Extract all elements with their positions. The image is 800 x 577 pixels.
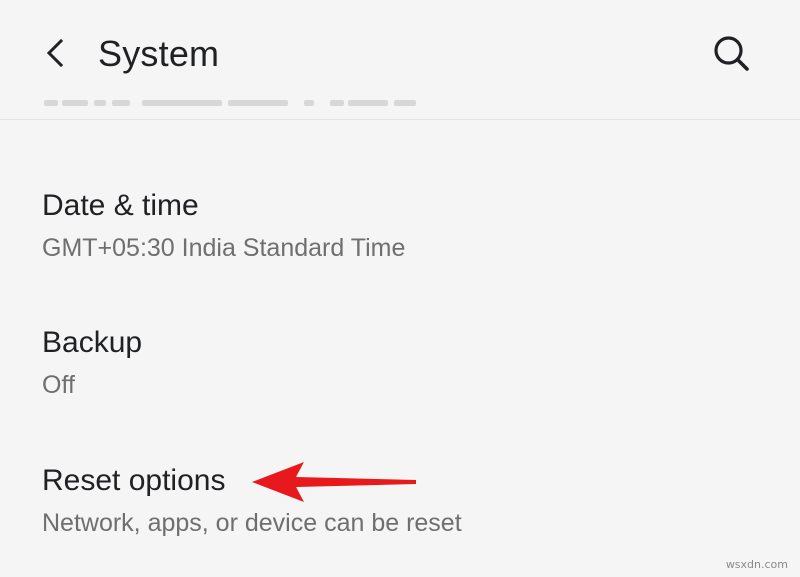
setting-backup[interactable]: Backup Off xyxy=(0,308,800,418)
back-arrow-icon xyxy=(46,38,64,68)
setting-summary: Off xyxy=(42,371,75,399)
partially-hidden-setting-summary xyxy=(42,100,462,114)
setting-summary: GMT+05:30 India Standard Time xyxy=(42,234,406,262)
watermark: wsxdn.com xyxy=(725,558,788,571)
app-bar: System xyxy=(0,0,800,112)
search-button[interactable] xyxy=(706,28,758,80)
back-button[interactable] xyxy=(34,30,76,76)
search-icon xyxy=(714,36,749,71)
scrolled-text-fragment xyxy=(44,100,416,106)
setting-title: Backup xyxy=(42,326,143,359)
setting-title: Date & time xyxy=(42,189,199,222)
header-divider xyxy=(0,119,800,120)
setting-summary: Network, apps, or device can be reset xyxy=(42,509,462,537)
red-arrow-annotation xyxy=(252,462,416,502)
page-title: System xyxy=(98,33,220,74)
setting-title: Reset options xyxy=(42,464,226,497)
setting-date-time[interactable]: Date & time GMT+05:30 India Standard Tim… xyxy=(0,170,800,280)
